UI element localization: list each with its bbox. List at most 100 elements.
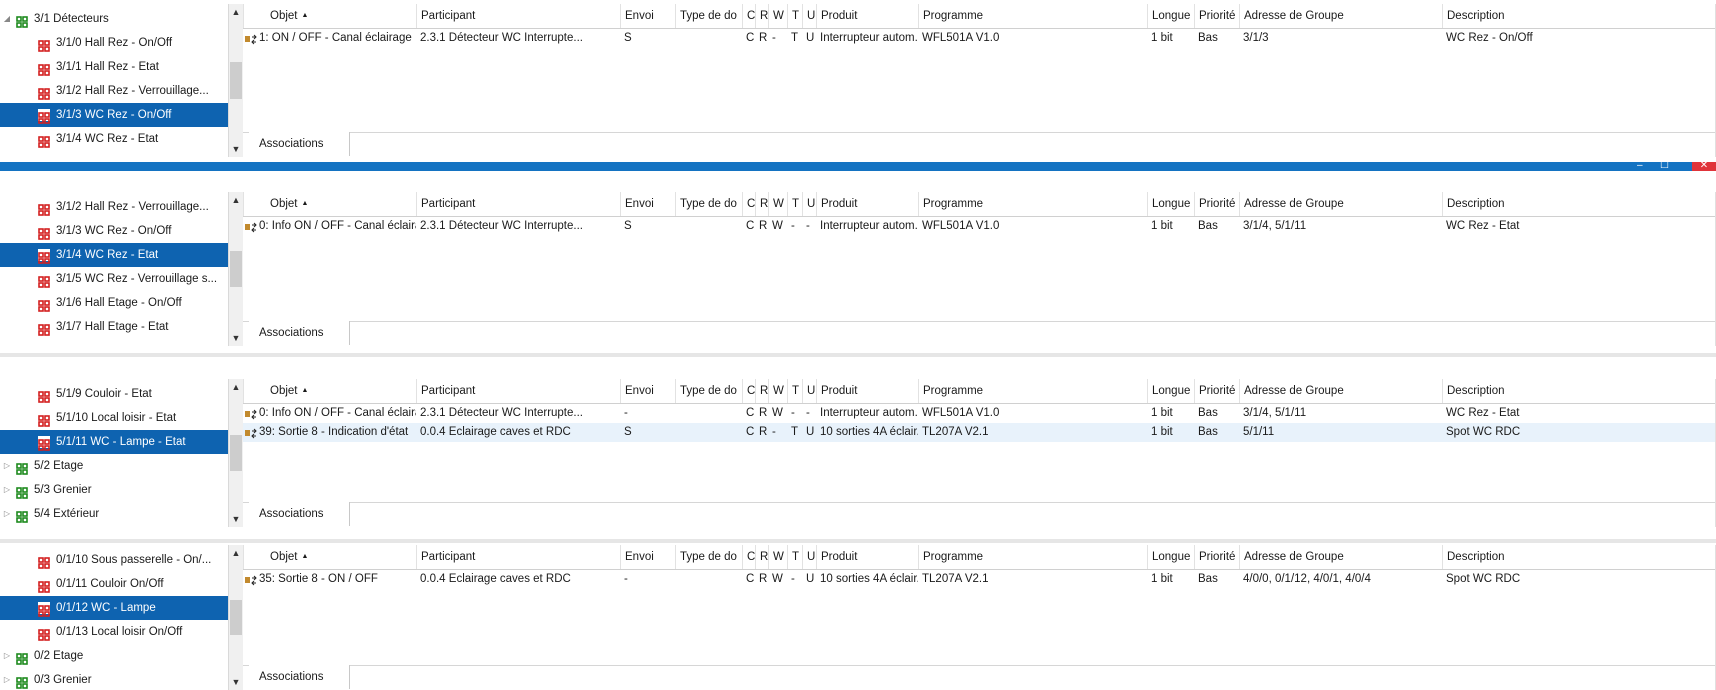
scroll-thumb[interactable] — [230, 435, 242, 471]
scroll-up-icon[interactable]: ▲ — [229, 5, 243, 19]
column-header[interactable]: Objet ▲ — [243, 545, 416, 569]
tree-item-address[interactable]: 3/1/2 Hall Rez - Verrouillage... — [0, 195, 228, 219]
column-header[interactable]: Type de do — [675, 192, 742, 216]
column-header[interactable]: Envoi — [620, 4, 675, 28]
column-header[interactable]: Adresse de Groupe — [1239, 192, 1442, 216]
scroll-thumb[interactable] — [230, 250, 242, 288]
column-header[interactable]: C — [742, 4, 755, 28]
column-header[interactable]: T — [787, 379, 802, 403]
column-header[interactable]: R — [755, 192, 768, 216]
scroll-thumb[interactable] — [230, 62, 242, 99]
tree-scrollbar[interactable]: ▲ ▼ — [228, 192, 243, 346]
tree-item-address[interactable]: 0/1/12 WC - Lampe — [0, 596, 228, 620]
column-header[interactable]: Longue — [1147, 545, 1194, 569]
table-row[interactable]: 0: Info ON / OFF - Canal éclairage 2.3.1 … — [243, 404, 1716, 423]
column-header[interactable]: Type de do — [675, 4, 742, 28]
column-header[interactable]: U — [802, 379, 816, 403]
scroll-down-icon[interactable]: ▼ — [229, 675, 243, 689]
tree-item-address[interactable]: 3/1/1 Hall Rez - Etat — [0, 55, 228, 79]
column-header[interactable]: Priorité — [1194, 4, 1239, 28]
column-header[interactable]: T — [787, 192, 802, 216]
tree-item-range[interactable]: ◢ 3/1 Détecteurs — [0, 7, 228, 31]
column-header[interactable]: Description — [1442, 192, 1541, 216]
tree-expand-icon[interactable]: ▷ — [2, 454, 12, 478]
column-header[interactable]: Longue — [1147, 4, 1194, 28]
column-header[interactable]: C — [742, 379, 755, 403]
tree-item-address[interactable]: 5/1/10 Local loisir - Etat — [0, 406, 228, 430]
tree-item-address[interactable]: 3/1/5 WC Rez - Verrouillage s... — [0, 267, 228, 291]
tree-item-range[interactable]: ▷ 0/3 Grenier — [0, 668, 228, 690]
scroll-up-icon[interactable]: ▲ — [229, 380, 243, 394]
column-header[interactable]: U — [802, 4, 816, 28]
tab-associations[interactable]: Associations — [249, 665, 350, 689]
column-header[interactable]: C — [742, 545, 755, 569]
table-row[interactable]: 1: ON / OFF - Canal éclairage 2.3.1 Détec… — [243, 29, 1716, 48]
tab-associations[interactable]: Associations — [249, 502, 350, 526]
tree-item-address[interactable]: 3/1/3 WC Rez - On/Off — [0, 103, 228, 127]
column-header[interactable]: Longue — [1147, 379, 1194, 403]
column-header[interactable]: Participant — [416, 192, 620, 216]
table-row[interactable]: 39: Sortie 8 - Indication d'état 0.0.4 Ec… — [243, 423, 1716, 442]
column-header[interactable]: Longue — [1147, 192, 1194, 216]
table-row[interactable]: 0: Info ON / OFF - Canal éclairage 2.3.1 … — [243, 217, 1716, 236]
scroll-down-icon[interactable]: ▼ — [229, 331, 243, 345]
tree-item-address[interactable]: 0/1/13 Local loisir On/Off — [0, 620, 228, 644]
tree-item-range[interactable]: ▷ 5/2 Etage — [0, 454, 228, 478]
column-header[interactable]: Produit — [816, 545, 918, 569]
column-header[interactable]: Description — [1442, 4, 1541, 28]
column-header[interactable]: Objet ▲ — [243, 379, 416, 403]
column-header[interactable]: R — [755, 379, 768, 403]
tree-item-address[interactable]: 3/1/7 Hall Etage - Etat — [0, 315, 228, 339]
tree-item-address[interactable]: 5/1/11 WC - Lampe - Etat — [0, 430, 228, 454]
tree-scrollbar[interactable]: ▲ ▼ — [228, 545, 243, 690]
column-header[interactable]: C — [742, 192, 755, 216]
column-header[interactable]: Participant — [416, 379, 620, 403]
column-header[interactable]: Produit — [816, 192, 918, 216]
column-header[interactable]: Priorité — [1194, 379, 1239, 403]
column-header[interactable]: T — [787, 545, 802, 569]
close-icon[interactable]: ✕ — [1692, 161, 1716, 171]
tree-item-address[interactable]: 3/1/0 Hall Rez - On/Off — [0, 31, 228, 55]
tree-expand-icon[interactable]: ▷ — [2, 668, 12, 690]
tree-scrollbar[interactable]: ▲ ▼ — [228, 379, 243, 527]
column-header[interactable]: Priorité — [1194, 192, 1239, 216]
restore-icon[interactable]: ☐ — [1660, 161, 1669, 171]
table-row[interactable]: 35: Sortie 8 - ON / OFF 0.0.4 Eclairage c… — [243, 570, 1716, 589]
column-header[interactable]: Programme — [918, 545, 1147, 569]
column-header[interactable]: Description — [1442, 545, 1541, 569]
column-header[interactable]: R — [755, 4, 768, 28]
column-header[interactable]: Envoi — [620, 192, 675, 216]
column-header[interactable]: Description — [1442, 379, 1541, 403]
column-header[interactable]: Programme — [918, 4, 1147, 28]
tree-item-address[interactable]: 3/1/2 Hall Rez - Verrouillage... — [0, 79, 228, 103]
tree-item-range[interactable]: ▷ 5/4 Extérieur — [0, 502, 228, 526]
tree-item-range[interactable]: ▷ 5/3 Grenier — [0, 478, 228, 502]
scroll-down-icon[interactable]: ▼ — [229, 512, 243, 526]
column-header[interactable]: T — [787, 4, 802, 28]
tree-expand-icon[interactable]: ▷ — [2, 478, 12, 502]
column-header[interactable]: Objet ▲ — [243, 192, 416, 216]
pane-splitter[interactable] — [0, 353, 1716, 357]
column-header[interactable]: W — [768, 192, 787, 216]
column-header[interactable]: Produit — [816, 379, 918, 403]
tree-item-address[interactable]: 0/1/11 Couloir On/Off — [0, 572, 228, 596]
tree-expand-icon[interactable]: ▷ — [2, 502, 12, 526]
column-header[interactable]: Programme — [918, 192, 1147, 216]
scroll-down-icon[interactable]: ▼ — [229, 142, 243, 156]
tree-item-address[interactable]: 5/1/9 Couloir - Etat — [0, 382, 228, 406]
scroll-thumb[interactable] — [230, 600, 242, 635]
column-header[interactable]: Type de do — [675, 379, 742, 403]
column-header[interactable]: U — [802, 545, 816, 569]
column-header[interactable]: Produit — [816, 4, 918, 28]
pane-splitter[interactable] — [0, 539, 1716, 543]
tab-associations[interactable]: Associations — [249, 321, 350, 345]
column-header[interactable]: U — [802, 192, 816, 216]
column-header[interactable]: Envoi — [620, 379, 675, 403]
column-header[interactable]: Type de do — [675, 545, 742, 569]
column-header[interactable]: Participant — [416, 4, 620, 28]
column-header[interactable]: Adresse de Groupe — [1239, 4, 1442, 28]
scroll-up-icon[interactable]: ▲ — [229, 546, 243, 560]
minimize-icon[interactable]: – — [1637, 161, 1643, 171]
tree-item-address[interactable]: 3/1/4 WC Rez - Etat — [0, 243, 228, 267]
tree-scrollbar[interactable]: ▲ ▼ — [228, 4, 243, 157]
